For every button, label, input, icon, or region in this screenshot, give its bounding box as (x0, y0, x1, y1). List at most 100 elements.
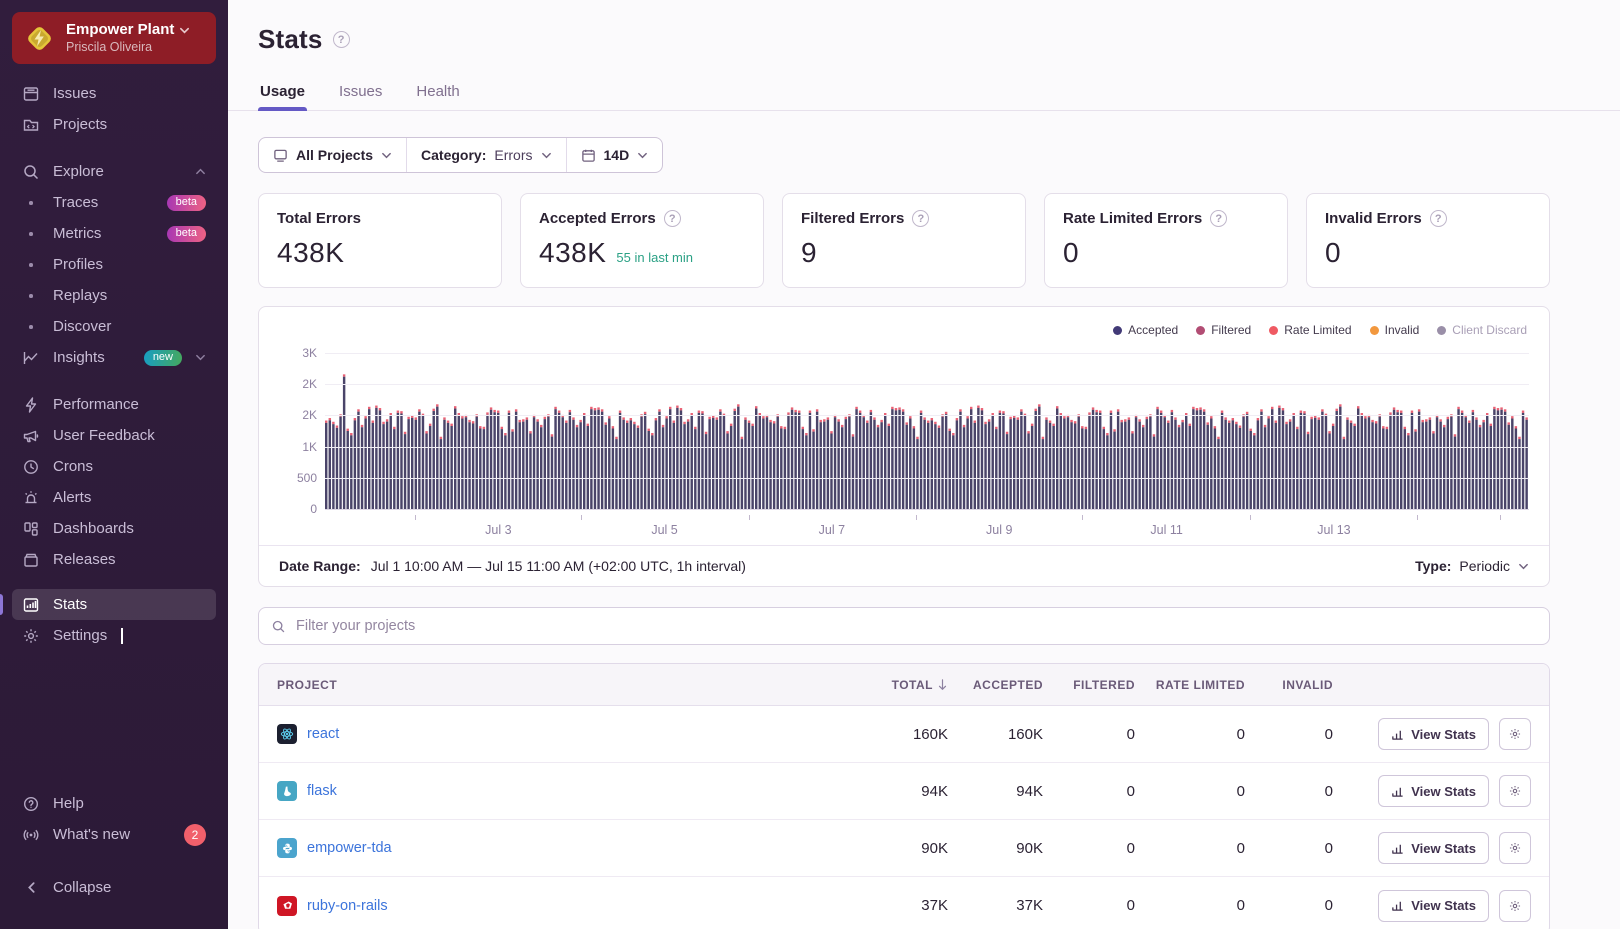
project-filter-value: All Projects (296, 147, 373, 163)
legend-item[interactable]: Rate Limited (1269, 323, 1351, 337)
project-settings-button[interactable] (1499, 775, 1531, 807)
bullet-icon (22, 225, 40, 243)
table-row: ruby-on-rails 37K 37K 0 0 0 View Stats (259, 877, 1549, 929)
project-link[interactable]: empower-tda (307, 840, 392, 856)
legend-label: Accepted (1128, 323, 1178, 337)
table-row: empower-tda 90K 90K 0 0 0 View Stats (259, 820, 1549, 877)
help-circle-icon[interactable]: ? (664, 210, 681, 227)
cell-accepted: 90K (948, 840, 1043, 857)
sidebar-item-replays[interactable]: Replays (12, 280, 216, 311)
sidebar-item-performance[interactable]: Performance (12, 389, 216, 420)
main-content: Stats ? Usage Issues Health All Projects… (228, 0, 1620, 929)
legend-dot (1370, 326, 1379, 335)
sidebar-item-discover[interactable]: Discover (12, 311, 216, 342)
sidebar-item-projects[interactable]: Projects (12, 109, 216, 140)
legend-item[interactable]: Accepted (1113, 323, 1178, 337)
help-circle-icon[interactable]: ? (333, 31, 350, 48)
project-search-input[interactable] (296, 618, 1537, 634)
column-invalid[interactable]: INVALID (1245, 678, 1333, 692)
sort-desc-icon (937, 679, 948, 691)
sidebar-item-settings[interactable]: Settings (12, 620, 216, 651)
column-rate-limited[interactable]: RATE LIMITED (1135, 678, 1245, 692)
sidebar-item-releases[interactable]: Releases (12, 544, 216, 575)
y-tick-label: 3K (302, 346, 317, 360)
view-stats-label: View Stats (1411, 898, 1476, 913)
project-settings-button[interactable] (1499, 718, 1531, 750)
page-title: Stats (258, 24, 323, 55)
x-tick-label: Jul 7 (819, 523, 845, 537)
chevron-up-icon (195, 166, 206, 177)
project-settings-button[interactable] (1499, 832, 1531, 864)
gridline (325, 478, 1529, 479)
cell-accepted: 160K (948, 726, 1043, 743)
sidebar-item-alerts[interactable]: Alerts (12, 482, 216, 513)
sidebar-collapse-button[interactable]: Collapse (12, 872, 216, 903)
page-filter-bar: All Projects Category: Errors 14D (258, 137, 663, 173)
sidebar-item-whats-new[interactable]: What's new 2 (12, 819, 216, 850)
column-total[interactable]: TOTAL (848, 678, 948, 692)
help-circle-icon[interactable]: ? (1210, 210, 1227, 227)
view-stats-button[interactable]: View Stats (1378, 775, 1489, 807)
legend-item[interactable]: Client Discard (1437, 323, 1527, 337)
sidebar-item-profiles[interactable]: Profiles (12, 249, 216, 280)
new-badge: new (144, 350, 182, 366)
legend-item[interactable]: Invalid (1370, 323, 1420, 337)
project-link[interactable]: ruby-on-rails (307, 898, 388, 914)
cell-filtered: 0 (1043, 783, 1135, 800)
sidebar-item-metrics[interactable]: Metrics beta (12, 218, 216, 249)
sidebar-item-insights[interactable]: Insights new (12, 342, 216, 373)
org-switcher[interactable]: Empower Plant Priscila Oliveira (12, 12, 216, 64)
x-tick-label: Jul 11 (1150, 523, 1182, 537)
gridline (325, 384, 1529, 385)
project-filter-dropdown[interactable]: All Projects (259, 138, 406, 172)
y-tick-label: 1K (302, 440, 317, 454)
column-filtered[interactable]: FILTERED (1043, 678, 1135, 692)
sidebar-item-explore[interactable]: Explore (12, 156, 216, 187)
column-accepted[interactable]: ACCEPTED (948, 678, 1043, 692)
card-title: Total Errors (277, 210, 361, 227)
help-circle-icon[interactable]: ? (912, 210, 929, 227)
project-settings-button[interactable] (1499, 890, 1531, 922)
view-stats-button[interactable]: View Stats (1378, 832, 1489, 864)
chart-footer: Date Range: Jul 1 10:00 AM — Jul 15 11:0… (259, 545, 1549, 586)
help-icon (22, 795, 40, 813)
table-header: PROJECT TOTAL ACCEPTED FILTERED RATE LIM… (259, 664, 1549, 706)
sidebar-item-user-feedback[interactable]: User Feedback (12, 420, 216, 451)
cell-invalid: 0 (1245, 726, 1333, 743)
category-filter-dropdown[interactable]: Category: Errors (406, 138, 565, 172)
sidebar-nav: Issues Projects Explore Traces beta Metr… (0, 78, 228, 651)
siren-icon (22, 489, 40, 507)
sidebar-item-traces[interactable]: Traces beta (12, 187, 216, 218)
card-title: Rate Limited Errors (1063, 210, 1202, 227)
stack-icon (273, 148, 288, 163)
org-user: Priscila Oliveira (66, 40, 190, 56)
cell-invalid: 0 (1245, 840, 1333, 857)
view-stats-button[interactable]: View Stats (1378, 890, 1489, 922)
sidebar-item-issues[interactable]: Issues (12, 78, 216, 109)
chevron-down-icon (541, 150, 552, 161)
dashboard-icon (22, 520, 40, 538)
view-stats-button[interactable]: View Stats (1378, 718, 1489, 750)
legend-item[interactable]: Filtered (1196, 323, 1251, 337)
clock-icon (22, 458, 40, 476)
project-link[interactable]: flask (307, 783, 337, 799)
tab-health[interactable]: Health (414, 75, 461, 110)
project-link[interactable]: react (307, 726, 339, 742)
sidebar-item-help[interactable]: Help (12, 788, 216, 819)
projects-table: PROJECT TOTAL ACCEPTED FILTERED RATE LIM… (258, 663, 1550, 929)
date-range-dropdown[interactable]: 14D (566, 138, 663, 172)
column-project[interactable]: PROJECT (277, 678, 848, 692)
tab-usage[interactable]: Usage (258, 75, 307, 110)
help-circle-icon[interactable]: ? (1430, 210, 1447, 227)
card-accepted-errors: Accepted Errors? 438K55 in last min (520, 193, 764, 288)
tab-issues[interactable]: Issues (337, 75, 384, 110)
y-tick-label: 500 (297, 471, 317, 485)
chart-type-dropdown[interactable]: Type: Periodic (1415, 558, 1529, 574)
legend-dot (1269, 326, 1278, 335)
sidebar-item-crons[interactable]: Crons (12, 451, 216, 482)
broadcast-icon (22, 826, 40, 844)
sidebar-item-stats[interactable]: Stats (12, 589, 216, 620)
megaphone-icon (22, 427, 40, 445)
sidebar-item-dashboards[interactable]: Dashboards (12, 513, 216, 544)
archive-icon (22, 551, 40, 569)
